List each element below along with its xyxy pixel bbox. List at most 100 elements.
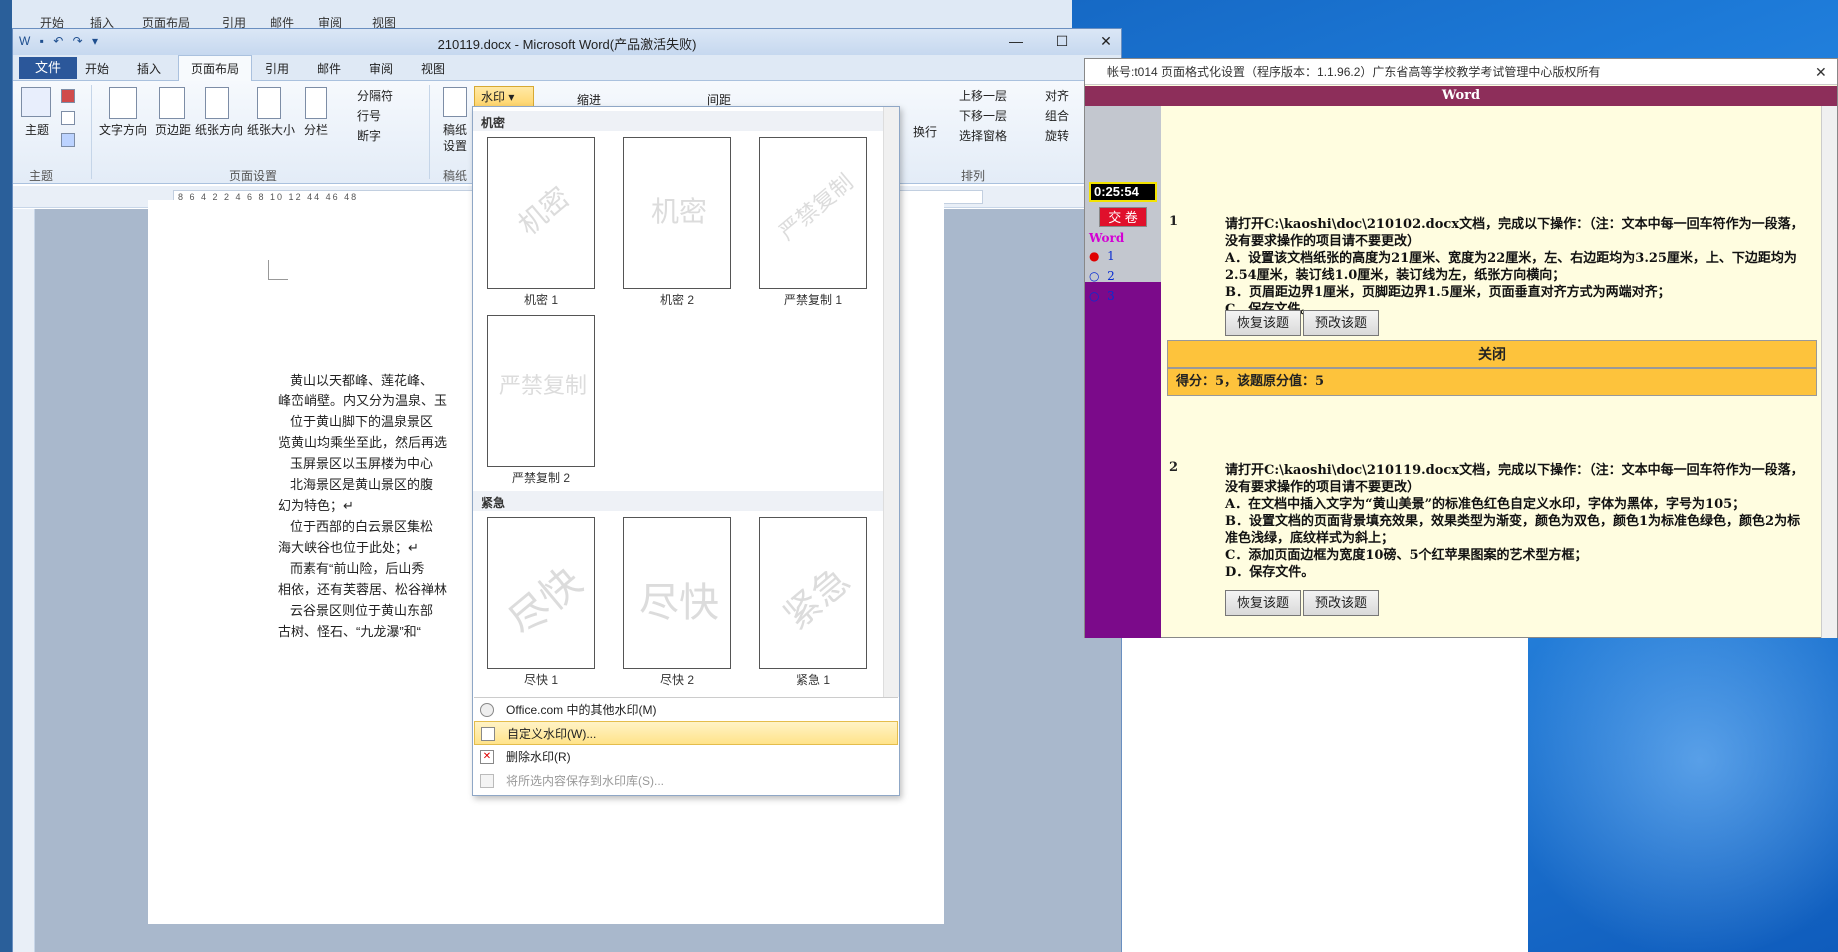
doc-line: 览黄山均乘坐至此，然后再选	[278, 435, 448, 450]
tab-references[interactable]: 引用	[265, 60, 289, 77]
columns-button[interactable]: 分栏	[299, 121, 333, 138]
tab-file[interactable]: 文件	[19, 57, 77, 79]
doc-line: 幻为特色；↵	[278, 498, 354, 513]
effects-icon[interactable]	[61, 133, 75, 147]
review-question-button[interactable]: 预改该题	[1303, 310, 1379, 336]
nav-section-word[interactable]: Word	[1089, 231, 1124, 245]
themes-button[interactable]: 主题	[19, 121, 55, 138]
gallery-section-urgent: 紧急	[473, 491, 883, 511]
doc-line: 峰峦峭壁。内又分为温泉、玉	[278, 393, 448, 408]
thumb-label: 尽快 1	[523, 673, 558, 687]
submit-exam-button[interactable]: 交 卷	[1099, 207, 1147, 227]
window-title: 210119.docx - Microsoft Word(产品激活失败)	[437, 37, 697, 52]
review-question-button[interactable]: 预改该题	[1303, 590, 1379, 616]
doc-line: 玉屏景区以玉屏楼为中心	[290, 456, 434, 471]
tab-review[interactable]: 审阅	[369, 60, 393, 77]
margins-button[interactable]: 页边距	[151, 121, 195, 138]
minimize-button[interactable]: —	[1001, 31, 1031, 51]
question-number: 2	[1169, 460, 1179, 475]
watermark-preview-text: 紧急	[776, 559, 859, 638]
manuscript-icon	[443, 87, 467, 117]
watermark-gallery: 机密 机密 机密 1 机密 机密 2 严禁复制 严禁复制 1 严禁复制 严禁复制…	[472, 106, 900, 796]
colors-icon[interactable]	[61, 89, 75, 103]
watermark-thumb-asap-1[interactable]: 尽快	[487, 517, 595, 669]
page-size-button[interactable]: 纸张大小	[245, 121, 297, 138]
separator	[429, 85, 430, 179]
countdown-timer: 0:25:54	[1089, 182, 1157, 202]
close-result-button[interactable]: 关闭	[1167, 340, 1817, 368]
separator	[91, 85, 92, 179]
thumb-label: 尽快 2	[659, 673, 694, 687]
nav-question-1[interactable]: ● 1	[1089, 249, 1115, 263]
columns-icon	[305, 87, 327, 119]
question-2-text: 请打开C:\kaoshi\doc\210119.docx文档，完成以下操作：（注…	[1225, 463, 1804, 580]
tab-view[interactable]: 视图	[421, 60, 445, 77]
office-icon	[480, 703, 494, 717]
doc-line: 云谷景区则位于黄山东部	[290, 603, 434, 618]
bring-forward-button[interactable]: 上移一层	[959, 87, 1029, 104]
doc-line: 位于西部的白云景区集松	[290, 519, 434, 534]
orientation-button[interactable]: 纸张方向	[193, 121, 245, 138]
text-direction-button[interactable]: 文字方向	[97, 121, 149, 138]
selection-pane-button[interactable]: 选择窗格	[959, 127, 1029, 144]
hyphenation-button[interactable]: 断字	[357, 127, 417, 144]
word-title-bar: W ▪ ↶ ↷ ▾ 210119.docx - Microsoft Word(产…	[13, 29, 1121, 55]
vertical-ruler	[13, 209, 35, 952]
watermark-thumb-confidential-1[interactable]: 机密	[487, 137, 595, 289]
exam-window: 帐号:t014 页面格式化设置（程序版本：1.1.96.2）广东省高等学校教学考…	[1084, 58, 1838, 638]
watermark-button[interactable]: 水印 ▾	[474, 86, 534, 108]
tab-page-layout[interactable]: 页面布局	[178, 55, 252, 82]
group-label-page-setup: 页面设置	[228, 169, 277, 183]
manuscript-button[interactable]: 稿纸	[437, 121, 473, 138]
watermark-thumb-no-copy-1[interactable]: 严禁复制	[759, 137, 867, 289]
tab-mailings[interactable]: 邮件	[317, 60, 341, 77]
restore-question-button[interactable]: 恢复该题	[1225, 590, 1301, 616]
watermark-thumb-confidential-2[interactable]: 机密	[623, 137, 731, 289]
breaks-button[interactable]: 分隔符	[357, 87, 417, 104]
menu-custom-watermark[interactable]: 自定义水印(W)...	[474, 721, 898, 745]
ribbon-tabs: 文件 开始 插入 页面布局 引用 邮件 审阅 视图	[13, 55, 1121, 82]
tab-insert[interactable]: 插入	[137, 60, 161, 77]
menu-label: Office.com 中的其他水印(M)	[506, 703, 657, 717]
taskbar-strip	[0, 0, 12, 952]
restore-question-button[interactable]: 恢复该题	[1225, 310, 1301, 336]
menu-label: 自定义水印(W)...	[507, 727, 597, 741]
exam-close-icon[interactable]: ✕	[1815, 59, 1827, 85]
watermark-thumb-urgent-1[interactable]: 紧急	[759, 517, 867, 669]
send-backward-button[interactable]: 下移一层	[959, 107, 1029, 124]
nav-question-2[interactable]: ○ 2	[1089, 269, 1115, 283]
tab-home[interactable]: 开始	[85, 60, 109, 77]
nav-question-3[interactable]: ○ 3	[1089, 289, 1115, 303]
menu-more-watermarks[interactable]: Office.com 中的其他水印(M)	[474, 697, 898, 721]
fonts-icon[interactable]	[61, 111, 75, 125]
watermark-preview-text: 机密	[650, 195, 707, 228]
doc-line: 而素有“前山险，后山秀	[290, 561, 425, 576]
score-display: 得分：5，该题原分值：5	[1167, 368, 1817, 396]
menu-label: 将所选内容保存到水印库(S)...	[506, 774, 664, 788]
watermark-thumb-asap-2[interactable]: 尽快	[623, 517, 731, 669]
watermark-thumb-no-copy-2[interactable]: 严禁复制	[487, 315, 595, 467]
wrap-text-button[interactable]: 换行	[909, 123, 941, 140]
manuscript-settings-label: 设置	[442, 139, 467, 153]
thumb-label: 严禁复制 2	[511, 471, 570, 485]
text-direction-icon	[109, 87, 137, 119]
watermark-preview-text: 严禁复制	[498, 374, 587, 399]
line-numbers-button[interactable]: 行号	[357, 107, 417, 124]
doc-line: 海大峡谷也位于此处；↵	[278, 540, 419, 555]
menu-remove-watermark[interactable]: ✕ 删除水印(R)	[474, 745, 898, 769]
doc-line: 位于黄山脚下的温泉景区	[290, 414, 434, 429]
exam-scrollbar[interactable]	[1821, 106, 1837, 638]
group-label-themes: 主题	[28, 169, 53, 183]
close-button[interactable]: ✕	[1091, 31, 1121, 51]
doc-line: 古树、怪石、“九龙瀑”和“	[278, 624, 421, 639]
watermark-preview-text: 尽快	[500, 558, 591, 646]
gallery-section-confidential: 机密	[473, 111, 883, 131]
custom-watermark-icon	[481, 727, 495, 741]
thumb-label: 严禁复制 1	[783, 293, 842, 307]
doc-line: 相依，还有芙蓉居、松谷禅林	[278, 582, 448, 597]
maximize-button[interactable]: ☐	[1047, 31, 1077, 51]
question-number: 1	[1169, 214, 1179, 229]
thumb-label: 机密 1	[523, 293, 558, 307]
gallery-scrollbar[interactable]	[883, 107, 899, 697]
back-word-window: 开始 插入 页面布局 引用 邮件 审阅 视图	[12, 0, 1072, 30]
